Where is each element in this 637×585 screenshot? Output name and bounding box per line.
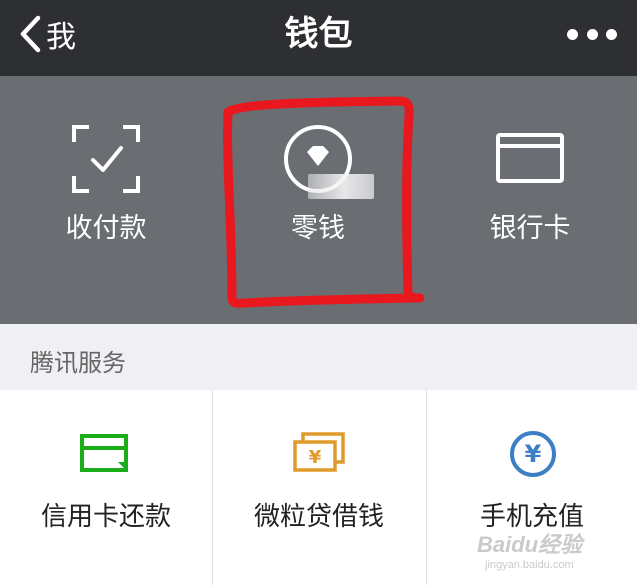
- cash-stack-icon: ¥: [293, 432, 345, 472]
- svg-text:¥: ¥: [309, 447, 322, 468]
- wallet-item-label: 银行卡: [489, 213, 571, 244]
- page-title: 钱包: [284, 14, 353, 54]
- wallet-page: 我 钱包 收付款 零钱 银行卡 腾讯服务 信用卡还款 ¥ 微粒贷借钱 ¥ 手机充…: [0, 0, 637, 585]
- wallet-item-label: 收付款: [65, 213, 147, 244]
- watermark-sub: jingyan.baidu.com: [485, 559, 574, 571]
- watermark: Baidu经验 jingyan.baidu.com: [477, 527, 597, 573]
- service-micro-loan[interactable]: ¥ 微粒贷借钱: [212, 390, 427, 585]
- watermark-main: Baidu经验: [477, 532, 583, 557]
- wallet-item-change[interactable]: 零钱: [212, 76, 424, 324]
- section-header: 腾讯服务: [0, 324, 637, 390]
- blurred-balance: [308, 174, 374, 199]
- section-title: 腾讯服务: [30, 349, 126, 377]
- credit-card-repay-icon: [80, 434, 128, 472]
- more-dots-icon: [586, 28, 598, 40]
- more-button[interactable]: [567, 24, 617, 44]
- wallet-panel: 收付款 零钱 银行卡: [0, 76, 637, 324]
- wallet-item-label: 零钱: [291, 213, 345, 244]
- more-dots-icon: [606, 28, 617, 40]
- service-credit-card-repay[interactable]: 信用卡还款: [0, 390, 213, 585]
- wallet-item-pay-receive[interactable]: 收付款: [0, 76, 212, 324]
- yen-circle-icon: ¥: [510, 431, 556, 477]
- svg-text:¥: ¥: [525, 440, 542, 468]
- scan-check-icon: [72, 125, 140, 193]
- service-label: 信用卡还款: [40, 502, 171, 532]
- service-label: 微粒贷借钱: [253, 502, 384, 532]
- bank-card-icon: [496, 133, 564, 183]
- wallet-item-bank-card[interactable]: 银行卡: [424, 76, 636, 324]
- more-dots-icon: [567, 28, 578, 40]
- navigation-bar: 我 钱包: [0, 0, 637, 76]
